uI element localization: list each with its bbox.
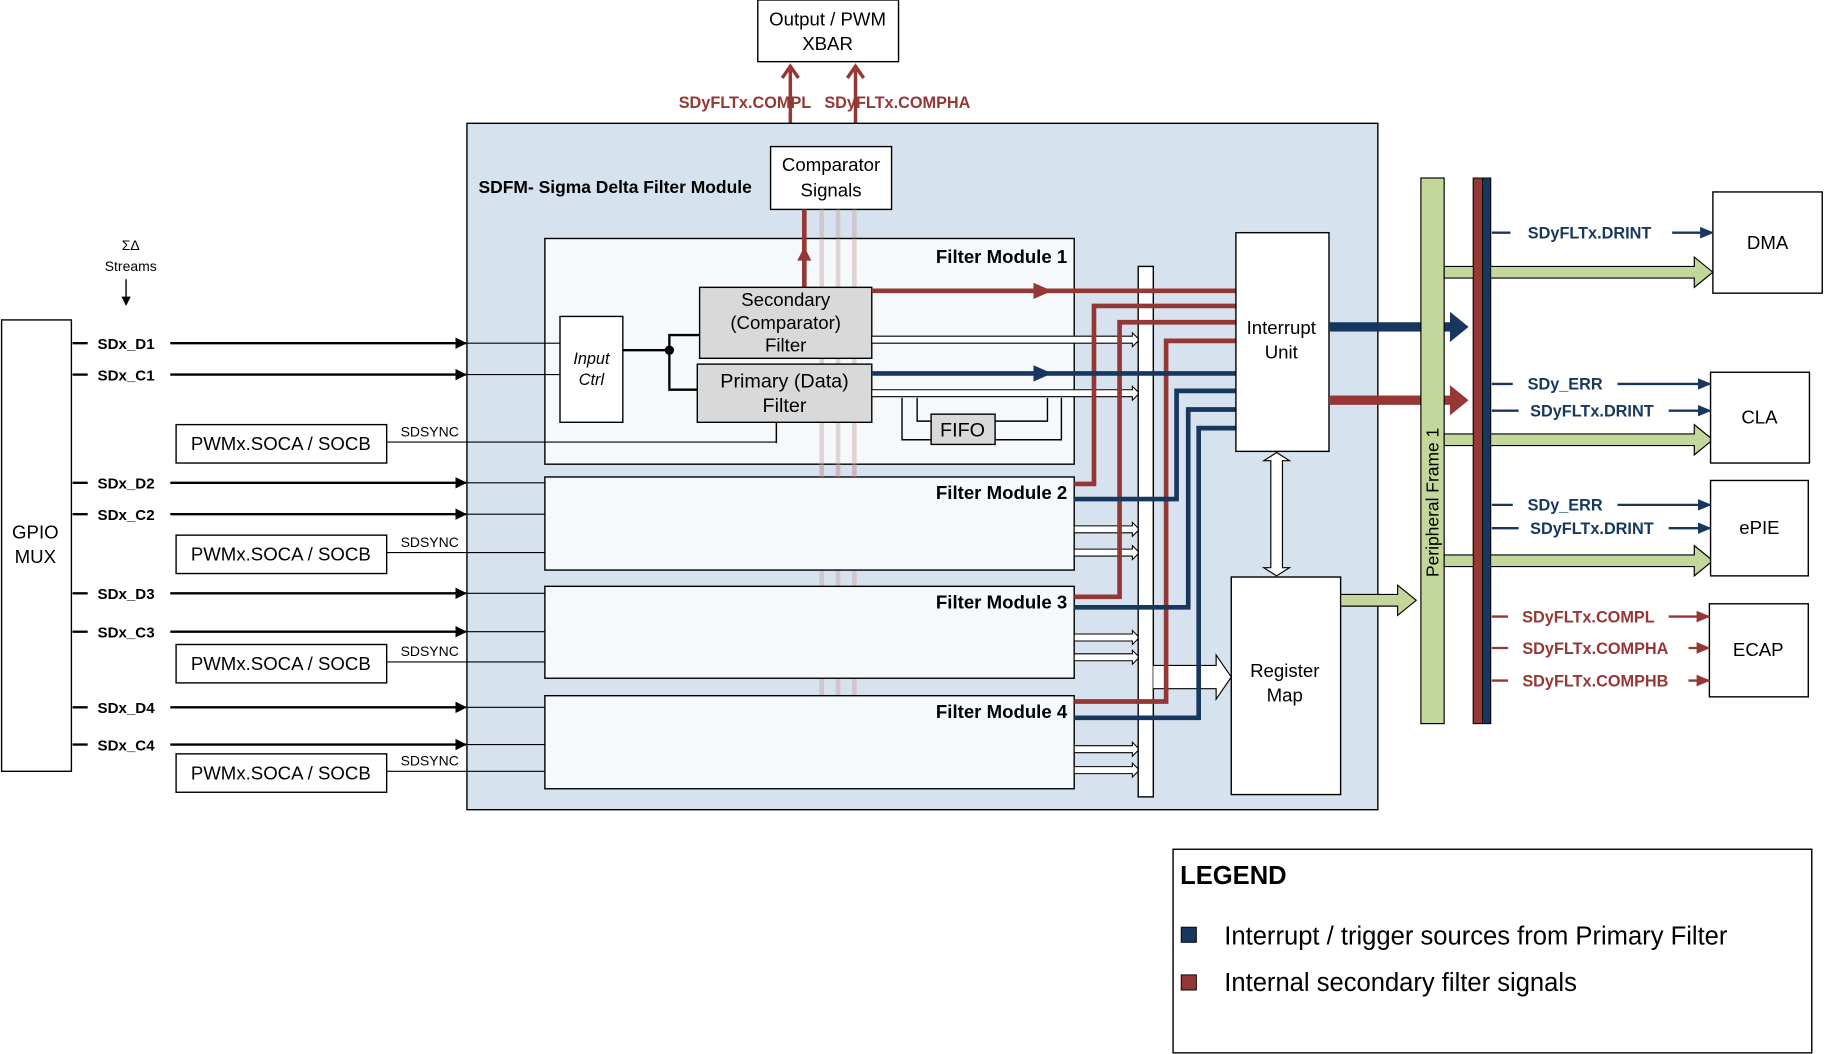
primary-filter-label-line2: Filter bbox=[763, 395, 807, 417]
pwm-soc-trigger-block: PWMx.SOCA / SOCB bbox=[175, 534, 388, 575]
ecap-signal-compl: SDyFLTx.COMPL bbox=[1522, 608, 1655, 626]
interrupt-unit-block: Interrupt Unit bbox=[1235, 231, 1330, 453]
gpio-mux-block: GPIO MUX bbox=[0, 319, 73, 773]
channel-data-label: SDx_D2 bbox=[98, 476, 155, 493]
pwm-label: PWMx.SOCA / SOCB bbox=[191, 653, 371, 674]
secondary-filter-label-line3: Filter bbox=[765, 334, 806, 355]
channel-clock-label: SDx_C3 bbox=[98, 625, 155, 642]
legend-swatch-blue bbox=[1180, 926, 1197, 943]
ecap-signal-compha: SDyFLTx.COMPHA bbox=[1522, 640, 1668, 658]
svg-text:Streams: Streams bbox=[105, 258, 157, 274]
channel-clock-label: SDx_C1 bbox=[98, 367, 155, 384]
filter-module-title: Filter Module 3 bbox=[936, 591, 1067, 612]
interrupt-unit-label-line2: Unit bbox=[1265, 341, 1299, 362]
primary-filter-label-line1: Primary (Data) bbox=[720, 370, 849, 392]
channel-data-label: SDx_D4 bbox=[98, 700, 156, 717]
arrow-right-icon bbox=[1449, 385, 1469, 416]
primary-signal-bus bbox=[1482, 177, 1492, 725]
ecap-label: ECAP bbox=[1733, 639, 1784, 660]
register-map-block: Register Map bbox=[1230, 576, 1342, 796]
dma-signal-drint: SDyFLTx.DRINT bbox=[1528, 224, 1652, 242]
secondary-signal-bus bbox=[1472, 177, 1484, 725]
destination-signals: SDyFLTx.DRINT SDy_ERR SDyFLTx.DRINT SDy_… bbox=[1491, 224, 1715, 690]
filter-module-4: Filter Module 4 bbox=[544, 694, 1075, 790]
register-map-label-line1: Register bbox=[1250, 660, 1319, 681]
arrow-right-icon bbox=[1449, 311, 1469, 343]
svg-text:ΣΔ: ΣΔ bbox=[122, 237, 140, 253]
epie-signal-drint: SDyFLTx.DRINT bbox=[1530, 520, 1654, 538]
pwm-label: PWMx.SOCA / SOCB bbox=[191, 762, 371, 783]
pwm-soc-trigger-block: PWMx.SOCA / SOCB bbox=[175, 423, 388, 464]
peripheral-frame-label: Peripheral Frame 1 bbox=[1422, 428, 1442, 577]
secondary-filter-label-line2: (Comparator) bbox=[730, 312, 841, 333]
input-ctrl-label-line2: Ctrl bbox=[579, 371, 605, 389]
filter-module-3: Filter Module 3 bbox=[544, 585, 1075, 679]
input-ctrl-block: Input Ctrl bbox=[559, 315, 624, 423]
destination-ecap: ECAP bbox=[1708, 603, 1809, 698]
legend-item-interrupt: Interrupt / trigger sources from Primary… bbox=[1224, 923, 1728, 951]
sdfm-title: SDFM- Sigma Delta Filter Module bbox=[479, 177, 753, 197]
gpio-label-line2: MUX bbox=[15, 546, 57, 567]
pwm-soc-trigger-block: PWMx.SOCA / SOCB bbox=[175, 753, 388, 793]
pwm-label: PWMx.SOCA / SOCB bbox=[191, 433, 371, 454]
compha-signal-label: SDyFLTx.COMPHA bbox=[824, 94, 970, 112]
compl-signal-label: SDyFLTx.COMPL bbox=[679, 94, 812, 112]
channel-data-label: SDx_D3 bbox=[98, 586, 155, 603]
comparator-signals-block: Comparator Signals bbox=[769, 145, 893, 211]
secondary-filter-label-line1: Secondary bbox=[741, 289, 831, 310]
sdfm-block-diagram: Output / PWM XBAR SDyFLTx.COMPL SDyFLTx.… bbox=[0, 0, 1823, 1054]
cla-signal-drint: SDyFLTx.DRINT bbox=[1530, 402, 1654, 420]
sdsync-label: SDSYNC bbox=[401, 752, 459, 768]
input-ctrl-label-line1: Input bbox=[573, 350, 611, 368]
xbar-label-line2: XBAR bbox=[802, 33, 853, 54]
xbar-label-line1: Output / PWM bbox=[769, 9, 886, 30]
ecap-signal-comphb: SDyFLTx.COMPHB bbox=[1522, 672, 1668, 690]
sdsync-label: SDSYNC bbox=[401, 643, 459, 659]
gpio-label-line1: GPIO bbox=[12, 522, 59, 543]
dma-label: DMA bbox=[1747, 232, 1789, 253]
legend-title: LEGEND bbox=[1180, 862, 1287, 890]
filter-module-2: Filter Module 2 bbox=[544, 476, 1075, 571]
destination-epie: ePIE bbox=[1709, 479, 1809, 577]
filter-module-title: Filter Module 2 bbox=[936, 482, 1067, 503]
destination-cla: CLA bbox=[1709, 371, 1811, 464]
sdsync-label: SDSYNC bbox=[401, 423, 459, 439]
register-map-label-line2: Map bbox=[1267, 685, 1303, 706]
legend-item-secondary: Internal secondary filter signals bbox=[1224, 969, 1577, 997]
channel-data-label: SDx_D1 bbox=[98, 336, 155, 353]
fifo-label: FIFO bbox=[940, 419, 985, 441]
sdsync-label: SDSYNC bbox=[401, 534, 459, 550]
sigma-delta-streams-label: ΣΔ Streams bbox=[105, 237, 157, 306]
epie-label: ePIE bbox=[1739, 517, 1779, 538]
comparator-label-line1: Comparator bbox=[782, 154, 880, 175]
comparator-label-line2: Signals bbox=[801, 180, 862, 201]
output-xbar-block: Output / PWM XBAR bbox=[757, 0, 900, 63]
legend-swatch-red bbox=[1180, 974, 1197, 991]
channel-clock-label: SDx_C4 bbox=[98, 737, 156, 754]
destination-dma: DMA bbox=[1712, 191, 1823, 294]
filter-module-title: Filter Module 4 bbox=[936, 701, 1068, 722]
cla-label: CLA bbox=[1741, 406, 1778, 427]
pwm-soc-trigger-block: PWMx.SOCA / SOCB bbox=[175, 643, 388, 684]
filter-module-title: Filter Module 1 bbox=[936, 246, 1067, 267]
interrupt-unit-label-line1: Interrupt bbox=[1247, 317, 1317, 338]
pwm-label: PWMx.SOCA / SOCB bbox=[191, 544, 371, 565]
secondary-filter-block: Secondary (Comparator) Filter bbox=[698, 286, 873, 360]
peripheral-frame-bus: Peripheral Frame 1 bbox=[1420, 177, 1445, 725]
arrow-down-icon bbox=[121, 296, 131, 306]
primary-filter-block: Primary (Data) Filter bbox=[696, 363, 873, 423]
cla-signal-err: SDy_ERR bbox=[1528, 376, 1603, 394]
channel-clock-label: SDx_C2 bbox=[98, 507, 155, 524]
legend: LEGEND Interrupt / trigger sources from … bbox=[1172, 848, 1813, 1054]
epie-signal-err: SDy_ERR bbox=[1528, 497, 1603, 515]
